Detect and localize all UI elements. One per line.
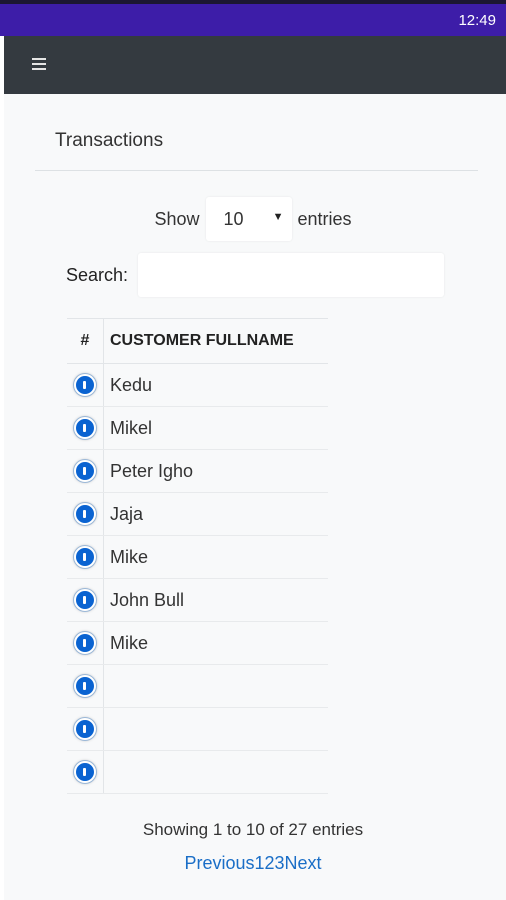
expand-row-icon[interactable] [74, 417, 96, 440]
table-row: Mike [67, 535, 328, 579]
customer-name-cell: Mike [103, 535, 328, 579]
length-prefix-label: Show [154, 208, 200, 229]
length-suffix-label: entries [297, 208, 352, 229]
entries-select[interactable]: 10 ▼ [205, 197, 292, 241]
row-control-cell [67, 363, 104, 407]
pagination-page-3-link[interactable]: 3 [275, 853, 285, 874]
app-bar [4, 36, 506, 94]
hamburger-menu-icon[interactable] [28, 52, 50, 76]
table-row: Mikel [67, 406, 328, 450]
customer-name-cell: John Bull [103, 578, 328, 622]
status-bar: 12:49 [0, 0, 506, 36]
row-control-cell [67, 707, 104, 751]
expand-row-icon[interactable] [74, 718, 96, 741]
pagination-page-2-link[interactable]: 2 [265, 853, 275, 874]
row-control-cell [67, 621, 104, 665]
table-row: John Bull [67, 578, 328, 622]
title-divider [35, 170, 478, 171]
table-info-text: Showing 1 to 10 of 27 entries [142, 820, 364, 839]
table-row [67, 707, 328, 751]
customer-name-cell [103, 707, 328, 751]
row-control-cell [67, 750, 104, 794]
customer-name-cell: Mikel [103, 406, 328, 450]
row-control-cell [67, 492, 104, 536]
expand-row-icon[interactable] [74, 589, 96, 612]
expand-row-icon[interactable] [74, 503, 96, 526]
row-control-cell [67, 664, 104, 708]
expand-row-icon[interactable] [74, 675, 96, 698]
column-header-customer-fullname[interactable]: CUSTOMER FULLNAME [103, 318, 328, 364]
row-control-cell [67, 578, 104, 622]
table-header-row: # CUSTOMER FULLNAME [67, 318, 328, 364]
row-control-cell [67, 406, 104, 450]
expand-row-icon[interactable] [74, 546, 96, 569]
table-row [67, 664, 328, 708]
pagination-page-1-link[interactable]: 1 [254, 853, 264, 874]
table-row [67, 750, 328, 794]
row-control-cell [67, 535, 104, 579]
search-row: Search: [66, 252, 445, 298]
chevron-down-icon: ▼ [272, 211, 284, 223]
customer-name-cell [103, 664, 328, 708]
customer-name-cell: Kedu [103, 363, 328, 407]
expand-row-icon[interactable] [74, 374, 96, 397]
table-row: Kedu [67, 363, 328, 407]
expand-row-icon[interactable] [74, 761, 96, 784]
pagination: Previous 1 2 3 Next [0, 853, 506, 874]
search-input[interactable] [138, 253, 445, 297]
expand-row-icon[interactable] [74, 632, 96, 655]
page-title: Transactions [55, 130, 164, 151]
entries-select-value: 10 [223, 209, 244, 229]
customer-name-cell: Mike [103, 621, 328, 665]
search-label: Search: [66, 264, 129, 285]
transactions-table: # CUSTOMER FULLNAME Kedu Mikel Peter Igh… [67, 318, 328, 794]
entries-length-control: Show 10 ▼ entries [0, 196, 506, 242]
customer-name-cell: Jaja [103, 492, 328, 536]
table-row: Peter Igho [67, 449, 328, 493]
row-control-cell [67, 449, 104, 493]
column-header-hash[interactable]: # [67, 318, 104, 364]
expand-row-icon[interactable] [74, 460, 96, 483]
pagination-next-link[interactable]: Next [285, 853, 322, 874]
table-row: Mike [67, 621, 328, 665]
customer-name-cell: Peter Igho [103, 449, 328, 493]
pagination-previous-link[interactable]: Previous [184, 853, 254, 874]
status-time: 12:49 [458, 12, 496, 29]
table-row: Jaja [67, 492, 328, 536]
customer-name-cell [103, 750, 328, 794]
